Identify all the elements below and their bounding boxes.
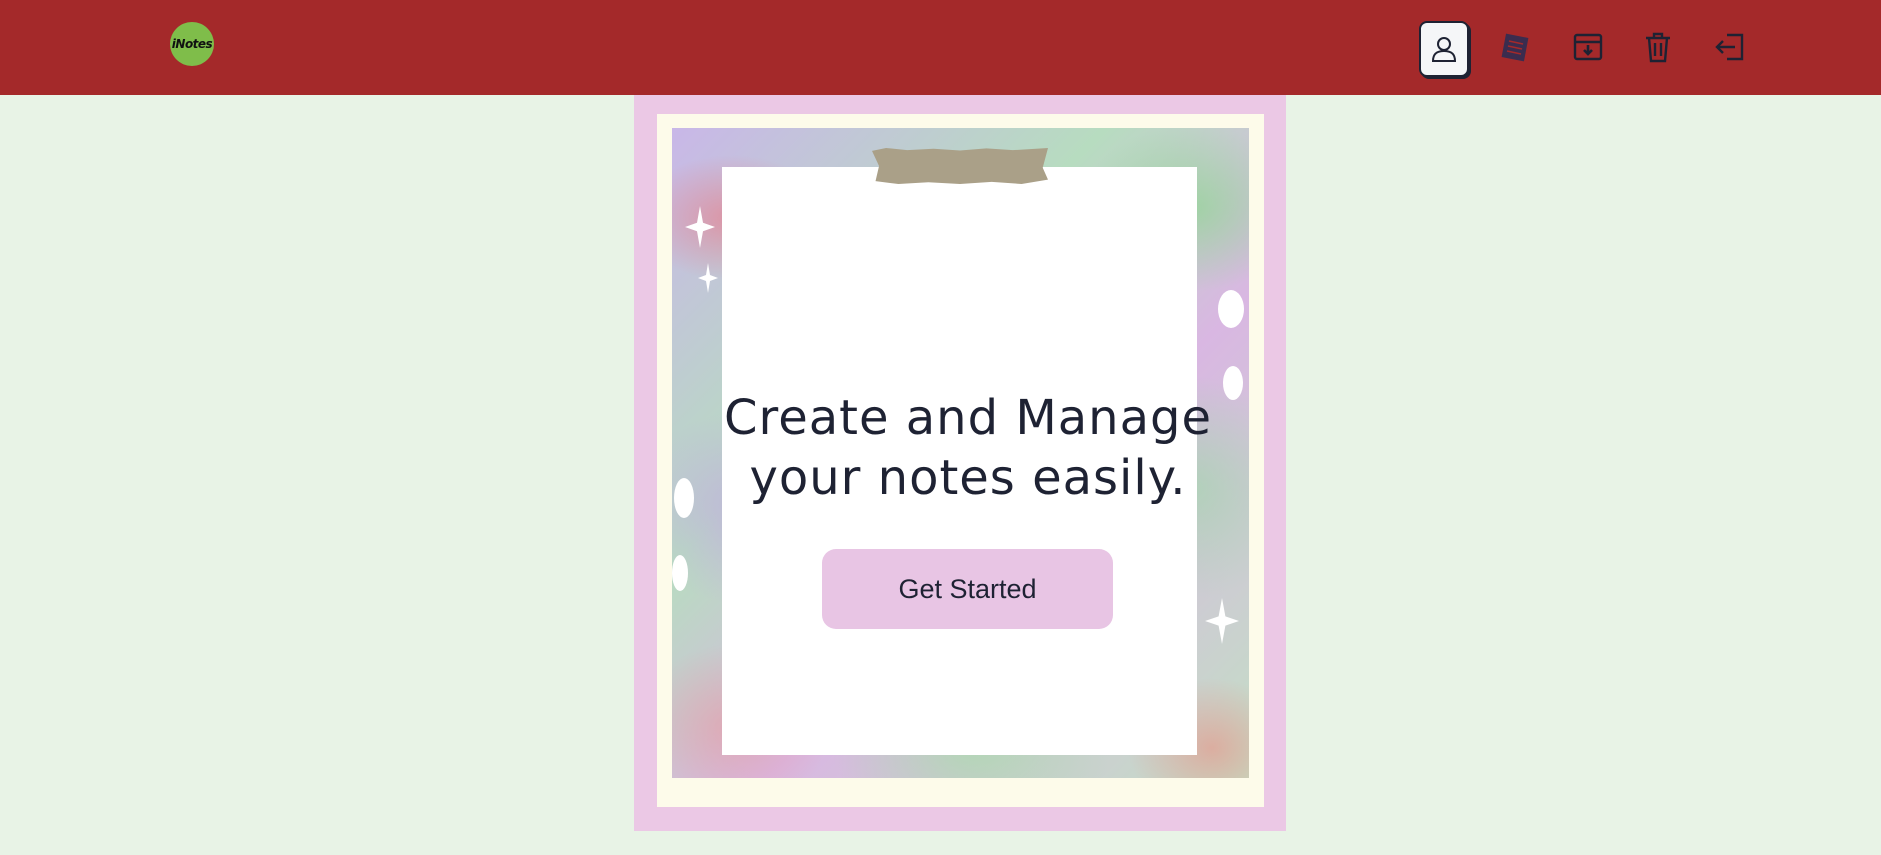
headline-line-2: your notes easily. (749, 450, 1187, 506)
trash-button[interactable] (1634, 21, 1682, 73)
logout-icon (1713, 30, 1747, 64)
archive-icon (1571, 30, 1605, 64)
sparkle-decoration (1205, 598, 1239, 644)
sparkle-decoration (685, 206, 715, 248)
navbar: iNotes (0, 0, 1881, 95)
logo[interactable]: iNotes (170, 22, 214, 66)
torn-edge (672, 778, 1249, 793)
profile-icon (1428, 33, 1460, 65)
get-started-button[interactable]: Get Started (822, 549, 1113, 629)
logo-text: iNotes (171, 37, 213, 51)
trash-icon (1643, 30, 1673, 64)
notes-button[interactable] (1492, 21, 1540, 73)
sparkle-decoration (698, 263, 718, 293)
profile-button[interactable] (1419, 21, 1469, 77)
hero-headline: Create and Manage your notes easily. (672, 388, 1264, 508)
headline-line-1: Create and Manage (724, 390, 1212, 446)
heart-decoration (1218, 290, 1244, 328)
notes-icon (1499, 30, 1533, 64)
tape-decoration (872, 148, 1048, 184)
heart-decoration (672, 555, 688, 591)
archive-button[interactable] (1564, 21, 1612, 73)
logout-button[interactable] (1706, 21, 1754, 73)
